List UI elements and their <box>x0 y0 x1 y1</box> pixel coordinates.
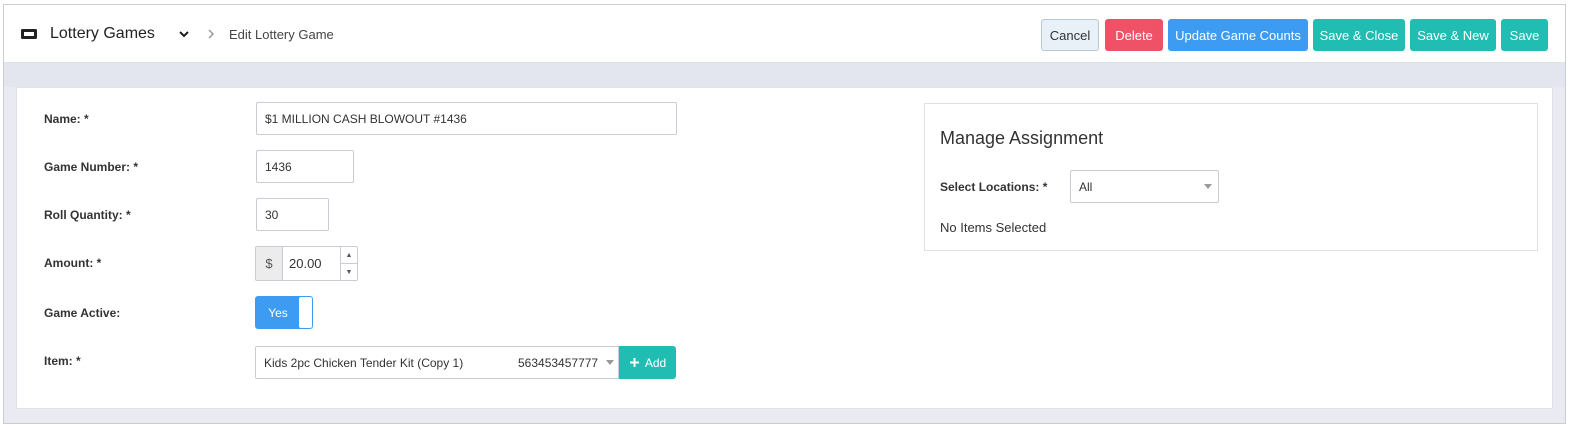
spin-up-icon[interactable]: ▲ <box>341 247 357 264</box>
amount-input[interactable]: 20.00 <box>283 247 340 280</box>
item-select[interactable]: Kids 2pc Chicken Tender Kit (Copy 1) 563… <box>255 346 619 379</box>
page-subtitle: Edit Lottery Game <box>229 26 334 42</box>
manage-assignment-title: Manage Assignment <box>940 128 1104 148</box>
roll-quantity-label: Roll Quantity: * <box>44 208 131 222</box>
add-item-button[interactable]: Add <box>619 346 676 379</box>
select-locations-label: Select Locations: * <box>940 180 1048 194</box>
amount-spinner[interactable]: ▲ ▼ <box>340 247 357 280</box>
no-items-text: No Items Selected <box>940 220 1047 235</box>
add-button-label: Add <box>644 355 667 370</box>
game-active-toggle[interactable]: Yes <box>255 296 313 329</box>
name-label: Name: * <box>44 112 89 126</box>
header-band <box>4 63 1565 87</box>
module-title[interactable]: Lottery Games <box>50 5 155 63</box>
app-frame: Lottery Games Edit Lottery Game Cancel D… <box>3 4 1566 424</box>
manage-assignment-card: Manage Assignment Select Locations: * Al… <box>924 103 1538 251</box>
spin-down-icon[interactable]: ▼ <box>341 264 357 280</box>
chevron-right-icon <box>206 5 216 63</box>
item-label: Item: * <box>44 354 81 368</box>
item-code: 563453457777 <box>518 355 599 370</box>
update-game-counts-button[interactable]: Update Game Counts <box>1168 19 1308 51</box>
name-input[interactable]: $1 MILLION CASH BLOWOUT #1436 <box>256 102 677 135</box>
caret-down-icon <box>1204 184 1212 189</box>
amount-label: Amount: * <box>44 256 102 270</box>
plus-icon <box>629 358 639 367</box>
toggle-knob <box>299 297 312 328</box>
top-bar: Lottery Games Edit Lottery Game Cancel D… <box>4 5 1565 63</box>
caret-down-icon <box>606 360 614 365</box>
chevron-down-icon[interactable] <box>178 5 190 63</box>
ticket-icon <box>20 5 38 63</box>
currency-prefix: $ <box>256 247 283 280</box>
locations-select-value: All <box>1079 179 1093 194</box>
game-number-label: Game Number: * <box>44 160 139 174</box>
game-active-label: Game Active: <box>44 306 121 320</box>
cancel-button[interactable]: Cancel <box>1041 19 1099 51</box>
roll-quantity-input[interactable]: 30 <box>256 198 329 231</box>
save-close-button[interactable]: Save & Close <box>1313 19 1405 51</box>
delete-button[interactable]: Delete <box>1105 19 1163 51</box>
toggle-label: Yes <box>268 305 288 320</box>
locations-select[interactable]: All <box>1070 170 1219 203</box>
save-new-button[interactable]: Save & New <box>1410 19 1496 51</box>
save-button[interactable]: Save <box>1501 19 1548 51</box>
item-name: Kids 2pc Chicken Tender Kit (Copy 1) <box>264 355 464 370</box>
form-panel: Name: * $1 MILLION CASH BLOWOUT #1436 Ga… <box>16 87 1553 409</box>
game-number-input[interactable]: 1436 <box>256 150 354 183</box>
amount-stepper[interactable]: $ 20.00 ▲ ▼ <box>255 246 358 281</box>
